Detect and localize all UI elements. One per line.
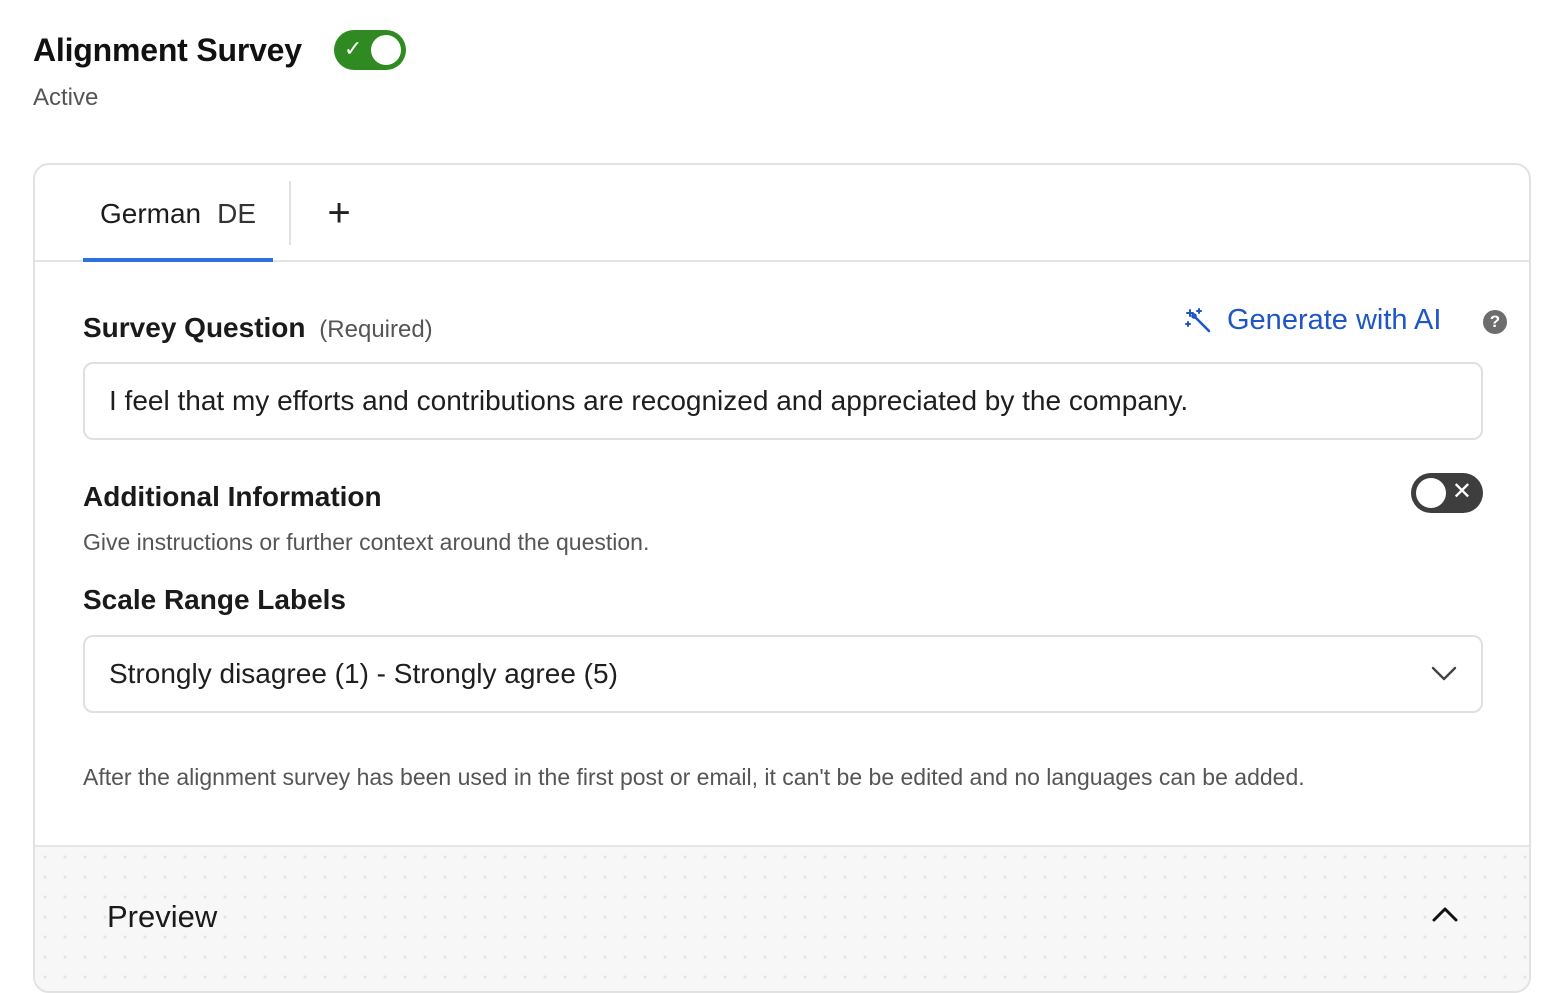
additional-information-description: Give instructions or further context aro… (83, 529, 649, 556)
survey-card: German DE + Survey Question (Required) G… (33, 163, 1531, 993)
close-icon: ✕ (1452, 477, 1472, 507)
scale-range-labels-label: Scale Range Labels (83, 584, 346, 616)
chevron-down-icon (1431, 666, 1457, 682)
generate-with-ai-button[interactable]: Generate with AI (1185, 304, 1441, 337)
question-form: Survey Question (Required) Generate with… (35, 262, 1529, 845)
survey-question-label: Survey Question (Required) (83, 312, 433, 344)
scale-range-selected-value: Strongly disagree (1) - Strongly agree (… (109, 658, 618, 690)
additional-information-toggle[interactable]: ✕ (1411, 473, 1483, 513)
tab-german[interactable]: German DE (83, 165, 273, 262)
toggle-knob (371, 35, 401, 65)
required-hint: (Required) (319, 316, 432, 343)
edit-restriction-note: After the alignment survey has been used… (83, 764, 1305, 791)
status-text: Active (33, 84, 406, 112)
toggle-knob (1416, 478, 1446, 508)
preview-title: Preview (107, 899, 217, 935)
page-title: Alignment Survey (33, 32, 302, 69)
add-language-button[interactable]: + (317, 189, 361, 237)
header: Alignment Survey ✓ Active (33, 30, 406, 112)
help-icon[interactable]: ? (1483, 310, 1507, 334)
tab-language-code: DE (217, 198, 256, 230)
title-row: Alignment Survey ✓ (33, 30, 406, 70)
check-icon: ✓ (344, 36, 362, 62)
survey-question-title: Survey Question (83, 312, 306, 343)
scale-range-select[interactable]: Strongly disagree (1) - Strongly agree (… (83, 635, 1483, 713)
tab-language-label: German (100, 198, 201, 230)
language-tabs: German DE + (35, 165, 1529, 262)
tab-divider (289, 181, 291, 245)
preview-section: Preview (35, 845, 1529, 993)
chevron-up-icon[interactable] (1431, 905, 1459, 923)
survey-active-toggle[interactable]: ✓ (334, 30, 406, 70)
generate-with-ai-label: Generate with AI (1227, 304, 1441, 337)
magic-wand-icon (1185, 307, 1213, 335)
survey-question-value: I feel that my efforts and contributions… (109, 385, 1188, 417)
survey-question-input[interactable]: I feel that my efforts and contributions… (83, 362, 1483, 440)
additional-information-label: Additional Information (83, 481, 382, 513)
